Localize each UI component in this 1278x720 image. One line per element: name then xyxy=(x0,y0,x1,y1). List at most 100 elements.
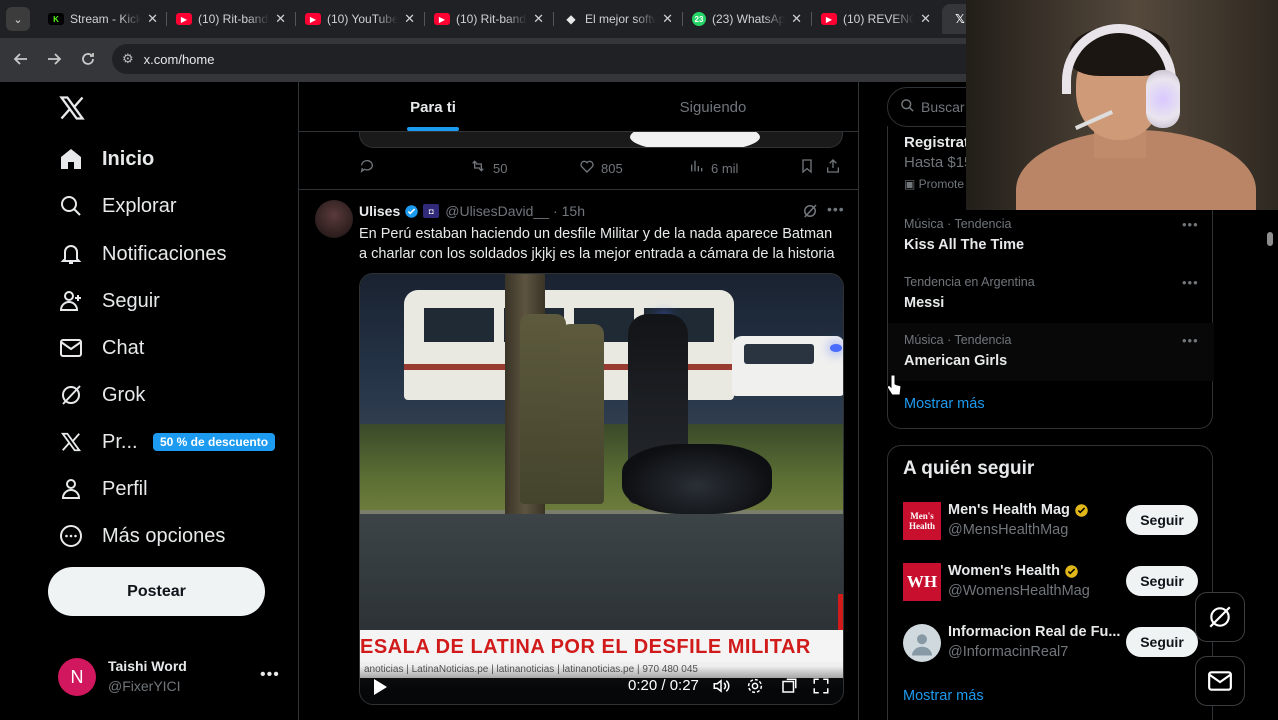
verified-gold-badge-icon xyxy=(1065,564,1078,578)
video-frame-road xyxy=(360,514,843,634)
promoted-label: ▣ Promote xyxy=(904,177,965,191)
promo-title[interactable]: Registrat xyxy=(904,134,969,151)
trend-item[interactable]: Tendencia en Argentina Messi ••• xyxy=(888,265,1214,323)
volume-icon[interactable] xyxy=(712,677,730,695)
more-icon[interactable]: ••• xyxy=(1182,217,1199,232)
messages-float-button[interactable] xyxy=(1195,656,1245,706)
nav-item-notifications[interactable]: Notificaciones xyxy=(58,234,227,274)
follow-suggestion[interactable]: Men's Health Men's Health Mag @MensHealt… xyxy=(888,490,1214,550)
previous-post-media[interactable] xyxy=(359,132,843,148)
search-icon xyxy=(58,193,84,219)
x-logo-icon[interactable] xyxy=(58,94,86,122)
address-bar[interactable]: ⚙ x.com/home xyxy=(112,44,992,74)
more-icon[interactable]: ••• xyxy=(1182,275,1199,290)
close-icon[interactable]: ✕ xyxy=(533,11,544,27)
reload-icon[interactable] xyxy=(77,48,99,70)
tab-search-icon[interactable]: ⌄ xyxy=(6,7,30,31)
video-time: 0:20 / 0:27 xyxy=(628,677,699,694)
like-button[interactable]: 805 xyxy=(579,158,623,178)
follow-button[interactable]: Seguir xyxy=(1126,627,1198,657)
search-icon xyxy=(900,98,915,116)
close-icon[interactable]: ✕ xyxy=(920,11,931,27)
forward-icon[interactable] xyxy=(43,48,65,70)
more-icon[interactable]: ••• xyxy=(260,666,280,684)
nav-label: Inicio xyxy=(102,147,155,170)
follow-button[interactable]: Seguir xyxy=(1126,566,1198,596)
picture-in-picture-icon[interactable] xyxy=(780,677,798,695)
name-text: Women's Health xyxy=(948,563,1060,579)
post-divider xyxy=(299,189,858,190)
follow-suggestion[interactable]: Informacion Real de Fu... @InformacinRea… xyxy=(888,612,1214,672)
show-more-link[interactable]: Mostrar más xyxy=(903,688,984,704)
nav-label: Pr... xyxy=(102,430,138,453)
browser-tab[interactable]: ▶ (10) YouTube ✕ xyxy=(295,4,423,34)
account-switcher[interactable]: N Taishi Word @FixerYICI ••• xyxy=(58,656,288,698)
play-icon[interactable] xyxy=(372,678,388,696)
follow-suggestion[interactable]: WH Women's Health @WomensHealthMag Segui… xyxy=(888,551,1214,611)
more-icon[interactable]: ••• xyxy=(1182,333,1199,348)
suggestion-handle: @WomensHealthMag xyxy=(948,583,1090,599)
media-shape xyxy=(630,132,760,147)
settings-icon[interactable] xyxy=(746,677,764,695)
browser-tab[interactable]: K Stream - Kick ✕ xyxy=(38,4,166,34)
tab-for-you[interactable]: Para ti xyxy=(299,82,567,132)
left-sidebar: Inicio Explorar Notificaciones Seguir Ch… xyxy=(0,82,298,720)
reply-icon xyxy=(359,158,375,178)
nav-item-grok[interactable]: Grok xyxy=(58,375,145,415)
author-handle[interactable]: @UlisesDavid__ xyxy=(445,203,549,219)
close-icon[interactable]: ✕ xyxy=(791,11,802,27)
grok-icon[interactable] xyxy=(801,202,819,220)
post-time[interactable]: 15h xyxy=(562,203,585,219)
trend-item[interactable]: Música · Tendencia Kiss All The Time ••• xyxy=(888,207,1214,265)
tab-following[interactable]: Siguiendo xyxy=(579,82,847,132)
more-icon[interactable]: ••• xyxy=(827,201,845,217)
browser-tab[interactable]: ▶ (10) REVENGE ✕ xyxy=(811,4,939,34)
nav-item-chat[interactable]: Chat xyxy=(58,328,144,368)
avatar[interactable] xyxy=(315,200,353,238)
reply-button[interactable] xyxy=(359,158,381,178)
grok-float-button[interactable] xyxy=(1195,592,1245,642)
youtube-icon: ▶ xyxy=(305,13,321,25)
video-player[interactable]: ESALA DE LATINA POR EL DESFILE MILITAR a… xyxy=(359,273,844,705)
fullscreen-icon[interactable] xyxy=(812,677,830,695)
repost-button[interactable]: 50 xyxy=(469,158,507,178)
tab-title: (10) REVENGE xyxy=(843,12,915,26)
close-icon[interactable]: ✕ xyxy=(275,11,286,27)
affiliate-badge-icon: ◘ xyxy=(423,204,440,218)
verified-badge-icon xyxy=(405,204,418,218)
browser-tab[interactable]: ▶ (10) Rit-banda ✕ xyxy=(424,4,552,34)
bell-icon xyxy=(58,241,84,267)
site-settings-icon[interactable]: ⚙ xyxy=(122,51,134,67)
post-button[interactable]: Postear xyxy=(48,567,265,616)
back-icon[interactable] xyxy=(10,48,32,70)
trend-item[interactable]: Música · Tendencia American Girls ••• xyxy=(888,323,1214,381)
youtube-icon: ▶ xyxy=(821,13,837,25)
close-icon[interactable]: ✕ xyxy=(147,11,158,27)
close-icon[interactable]: ✕ xyxy=(404,11,415,27)
scrollbar-thumb[interactable] xyxy=(1267,232,1273,246)
account-name: Taishi Word xyxy=(108,658,187,674)
views-button[interactable]: 6 mil xyxy=(689,158,738,178)
nav-item-follow[interactable]: Seguir xyxy=(58,281,160,321)
follow-button[interactable]: Seguir xyxy=(1126,505,1198,535)
browser-tab[interactable]: ◆ El mejor software ✕ xyxy=(553,4,681,34)
share-button[interactable] xyxy=(825,158,847,178)
browser-tab[interactable]: 23 (23) WhatsApp ✕ xyxy=(682,4,810,34)
nav-item-home[interactable]: Inicio xyxy=(58,139,154,179)
whatsapp-icon: 23 xyxy=(692,12,706,26)
nav-item-more[interactable]: Más opciones xyxy=(58,516,225,556)
bookmark-button[interactable] xyxy=(799,158,821,178)
close-icon[interactable]: ✕ xyxy=(662,11,673,27)
browser-tab[interactable]: ▶ (10) Rit-banda ✕ xyxy=(166,4,294,34)
nav-item-premium[interactable]: Pr... xyxy=(58,422,138,462)
nav-item-explore[interactable]: Explorar xyxy=(58,186,176,226)
person-icon xyxy=(58,476,84,502)
author-name[interactable]: Ulises xyxy=(359,203,400,219)
nav-label: Notificaciones xyxy=(102,242,227,265)
page-scrollbar[interactable] xyxy=(1262,212,1278,720)
discount-badge[interactable]: 50 % de descuento xyxy=(153,433,276,451)
tab-title: (10) YouTube xyxy=(327,12,399,26)
post-text: En Perú estaban haciendo un desfile Mili… xyxy=(359,226,835,262)
nav-item-profile[interactable]: Perfil xyxy=(58,469,148,509)
show-more-link[interactable]: Mostrar más xyxy=(904,396,985,412)
